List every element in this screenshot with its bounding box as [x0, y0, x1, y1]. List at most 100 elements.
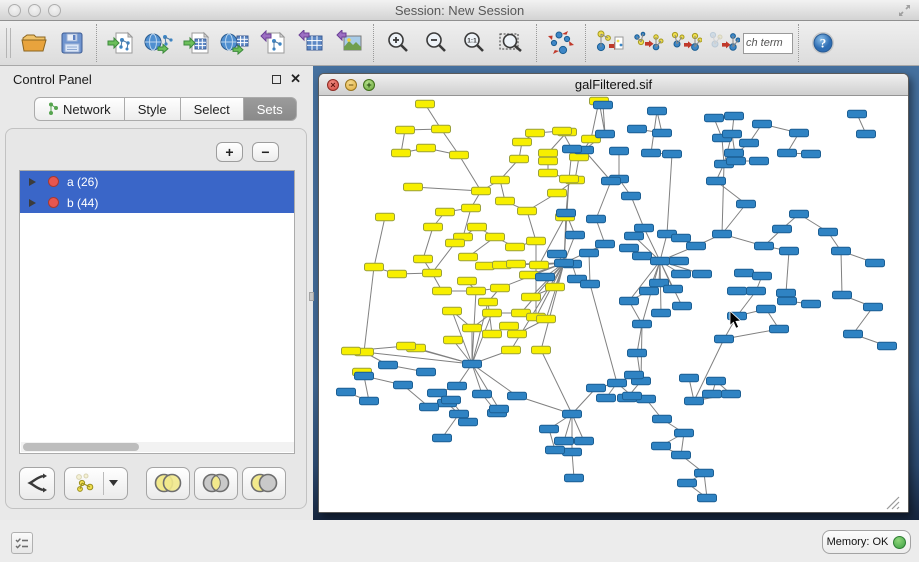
scrollbar-thumb[interactable] [23, 443, 139, 451]
graph-node-blue[interactable] [587, 384, 606, 392]
graph-node-blue[interactable] [565, 474, 584, 482]
graph-node-blue[interactable] [857, 130, 876, 138]
open-file-button[interactable] [15, 24, 53, 62]
graph-node-blue[interactable] [448, 382, 467, 390]
graph-node-yellow[interactable] [491, 284, 510, 292]
graph-node-yellow[interactable] [500, 322, 519, 330]
remove-set-button[interactable]: − [252, 142, 279, 162]
graph-node-yellow[interactable] [518, 207, 537, 215]
graph-node-yellow[interactable] [483, 309, 502, 317]
graph-node-blue[interactable] [675, 429, 694, 437]
graph-node-blue[interactable] [652, 309, 671, 317]
select-first-neighbors-button[interactable] [629, 24, 667, 62]
graph-node-blue[interactable] [848, 110, 867, 118]
graph-edge[interactable] [413, 187, 481, 191]
zoom-selected-button[interactable] [493, 24, 531, 62]
graph-node-blue[interactable] [420, 403, 439, 411]
graph-edge[interactable] [667, 154, 672, 234]
graph-node-blue[interactable] [653, 415, 672, 423]
graph-node-yellow[interactable] [506, 243, 525, 251]
graph-node-blue[interactable] [663, 150, 682, 158]
graph-node-blue[interactable] [728, 287, 747, 295]
graph-node-blue[interactable] [653, 129, 672, 137]
graph-node-blue[interactable] [693, 270, 712, 278]
graph-node-yellow[interactable] [553, 127, 572, 135]
graph-node-blue[interactable] [757, 305, 776, 313]
create-set-from-network-button[interactable] [64, 467, 128, 500]
graph-node-blue[interactable] [563, 145, 582, 153]
graph-node-blue[interactable] [735, 269, 754, 277]
graph-node-blue[interactable] [753, 272, 772, 280]
graph-node-blue[interactable] [622, 192, 641, 200]
graph-node-yellow[interactable] [560, 175, 579, 183]
import-network-url-button[interactable] [140, 24, 178, 62]
graph-node-blue[interactable] [723, 130, 742, 138]
graph-node-yellow[interactable] [467, 287, 486, 295]
zoom-in-button[interactable] [379, 24, 417, 62]
graph-node-blue[interactable] [664, 285, 683, 293]
close-window-button[interactable] [8, 4, 21, 17]
graph-node-blue[interactable] [635, 224, 654, 232]
graph-node-yellow[interactable] [376, 213, 395, 221]
graph-node-yellow[interactable] [570, 153, 589, 161]
graph-edge[interactable] [423, 227, 433, 259]
maximize-network-button[interactable]: + [363, 79, 375, 91]
graph-edge[interactable] [364, 267, 374, 352]
graph-node-blue[interactable] [379, 361, 398, 369]
graph-node-yellow[interactable] [459, 253, 478, 261]
graph-node-yellow[interactable] [417, 144, 436, 152]
graph-node-blue[interactable] [633, 252, 652, 260]
graph-node-blue[interactable] [833, 291, 852, 299]
graph-node-blue[interactable] [428, 389, 447, 397]
graph-node-blue[interactable] [648, 107, 667, 115]
graph-node-yellow[interactable] [546, 283, 565, 291]
graph-node-yellow[interactable] [513, 138, 532, 146]
graph-edge[interactable] [631, 196, 644, 228]
graph-node-yellow[interactable] [443, 307, 462, 315]
graph-node-blue[interactable] [623, 392, 642, 400]
graph-node-blue[interactable] [790, 210, 809, 218]
graph-node-yellow[interactable] [537, 315, 556, 323]
graph-node-yellow[interactable] [424, 223, 443, 231]
network-canvas[interactable] [319, 96, 908, 512]
set-row-b[interactable]: b (44) [20, 192, 294, 213]
graph-node-blue[interactable] [625, 371, 644, 379]
graph-node-blue[interactable] [680, 374, 699, 382]
close-network-button[interactable]: × [327, 79, 339, 91]
graph-node-blue[interactable] [722, 390, 741, 398]
graph-node-blue[interactable] [557, 209, 576, 217]
graph-node-blue[interactable] [360, 397, 379, 405]
help-button[interactable]: ? [804, 24, 842, 62]
graph-node-blue[interactable] [652, 442, 671, 450]
graph-node-blue[interactable] [473, 390, 492, 398]
graph-node-blue[interactable] [773, 225, 792, 233]
graph-node-blue[interactable] [725, 112, 744, 120]
add-set-button[interactable]: + [216, 142, 243, 162]
graph-edge[interactable] [374, 217, 385, 267]
graph-edge[interactable] [541, 350, 572, 414]
graph-node-blue[interactable] [727, 157, 746, 165]
graph-node-blue[interactable] [651, 257, 670, 265]
graph-node-yellow[interactable] [433, 287, 452, 295]
export-image-button[interactable] [330, 24, 368, 62]
import-table-file-button[interactable] [178, 24, 216, 62]
graph-node-yellow[interactable] [416, 100, 435, 108]
graph-node-blue[interactable] [620, 297, 639, 305]
graph-edge[interactable] [786, 251, 789, 293]
graph-node-blue[interactable] [540, 425, 559, 433]
graph-edge[interactable] [841, 251, 842, 295]
graph-node-blue[interactable] [633, 320, 652, 328]
export-table-button[interactable] [292, 24, 330, 62]
resize-grip-icon[interactable] [897, 507, 899, 509]
graph-node-blue[interactable] [670, 257, 689, 265]
graph-node-blue[interactable] [642, 149, 661, 157]
graph-node-blue[interactable] [337, 388, 356, 396]
network-graph[interactable] [319, 96, 908, 512]
graph-node-blue[interactable] [548, 250, 567, 258]
graph-node-yellow[interactable] [365, 263, 384, 271]
graph-node-blue[interactable] [802, 300, 821, 308]
search-input[interactable] [743, 33, 793, 54]
union-sets-button[interactable] [146, 467, 190, 500]
expand-triangle-icon[interactable] [29, 178, 36, 186]
graph-edge[interactable] [596, 181, 611, 219]
